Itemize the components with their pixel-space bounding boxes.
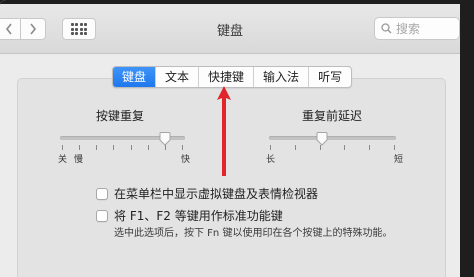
chevron-right-icon (30, 23, 37, 35)
delay-until-repeat-slider[interactable] (269, 136, 396, 140)
back-button[interactable] (0, 18, 21, 40)
slider-tick (130, 145, 132, 150)
fn-keys-hint: 选中此选项后，按下 Fn 键以使用印在各个按键上的特殊功能。 (114, 228, 393, 239)
tab-dictation[interactable]: 听写 (308, 67, 351, 87)
show-viewers-label: 在菜单栏中显示虚拟键盘及表情检视器 (114, 187, 319, 201)
tab-input-sources[interactable]: 输入法 (253, 67, 308, 87)
window-edge (460, 0, 474, 277)
slider-tick (319, 145, 321, 150)
key-repeat-fast-label: 快 (181, 155, 191, 165)
slider-tick (270, 145, 271, 150)
search-placeholder: 搜索 (396, 22, 421, 36)
search-icon (381, 23, 392, 34)
tab-text[interactable]: 文本 (155, 67, 198, 87)
slider-tick (96, 145, 98, 150)
slider-tick (369, 145, 371, 150)
tab-bar: 键盘 文本 快捷键 输入法 听写 (112, 66, 353, 88)
delay-until-repeat-knob[interactable] (316, 132, 328, 146)
slider-tick (113, 145, 115, 150)
fn-keys-option[interactable]: 将 F1、F2 等键用作标准功能键 (96, 207, 283, 224)
slider-tick (294, 145, 296, 150)
slider-tick (394, 145, 395, 150)
fn-keys-label: 将 F1、F2 等键用作标准功能键 (114, 209, 283, 223)
slider-tick (182, 145, 183, 150)
slider-tick (79, 145, 81, 150)
tab-keyboard[interactable]: 键盘 (113, 67, 156, 87)
key-repeat-ticks (62, 145, 183, 151)
delay-short-label: 短 (394, 155, 404, 165)
chevron-left-icon (5, 23, 12, 35)
tab-shortcuts[interactable]: 快捷键 (198, 67, 253, 87)
title-bar: 键盘 搜索 (0, 0, 474, 54)
delay-long-label: 长 (266, 155, 276, 165)
slider-tick (164, 145, 166, 150)
key-repeat-knob[interactable] (159, 132, 171, 146)
delay-until-repeat-ticks (270, 145, 395, 151)
show-viewers-checkbox[interactable] (96, 187, 108, 200)
key-repeat-off-label: 关 (58, 155, 68, 165)
fn-keys-checkbox[interactable] (96, 209, 108, 222)
key-repeat-slow-label: 慢 (74, 155, 84, 165)
window-title: 键盘 (216, 24, 243, 39)
delay-until-repeat-title: 重复前延迟 (301, 109, 362, 123)
navigation-buttons (0, 18, 46, 40)
forward-button[interactable] (21, 18, 46, 40)
preferences-window: 键盘 搜索 按键重复 关 慢 快 重复前延迟 长 短 在菜单栏中显示虚拟键盘及表… (0, 0, 474, 277)
top-edge (0, 0, 474, 4)
annotation-arrow-icon (217, 86, 231, 176)
slider-tick (147, 145, 149, 150)
search-field[interactable]: 搜索 (374, 17, 460, 40)
key-repeat-title: 按键重复 (95, 109, 144, 123)
grid-icon (70, 23, 88, 35)
show-viewers-option[interactable]: 在菜单栏中显示虚拟键盘及表情检视器 (96, 185, 318, 202)
show-all-button[interactable] (62, 18, 96, 40)
slider-tick (62, 145, 63, 150)
slider-tick (344, 145, 346, 150)
